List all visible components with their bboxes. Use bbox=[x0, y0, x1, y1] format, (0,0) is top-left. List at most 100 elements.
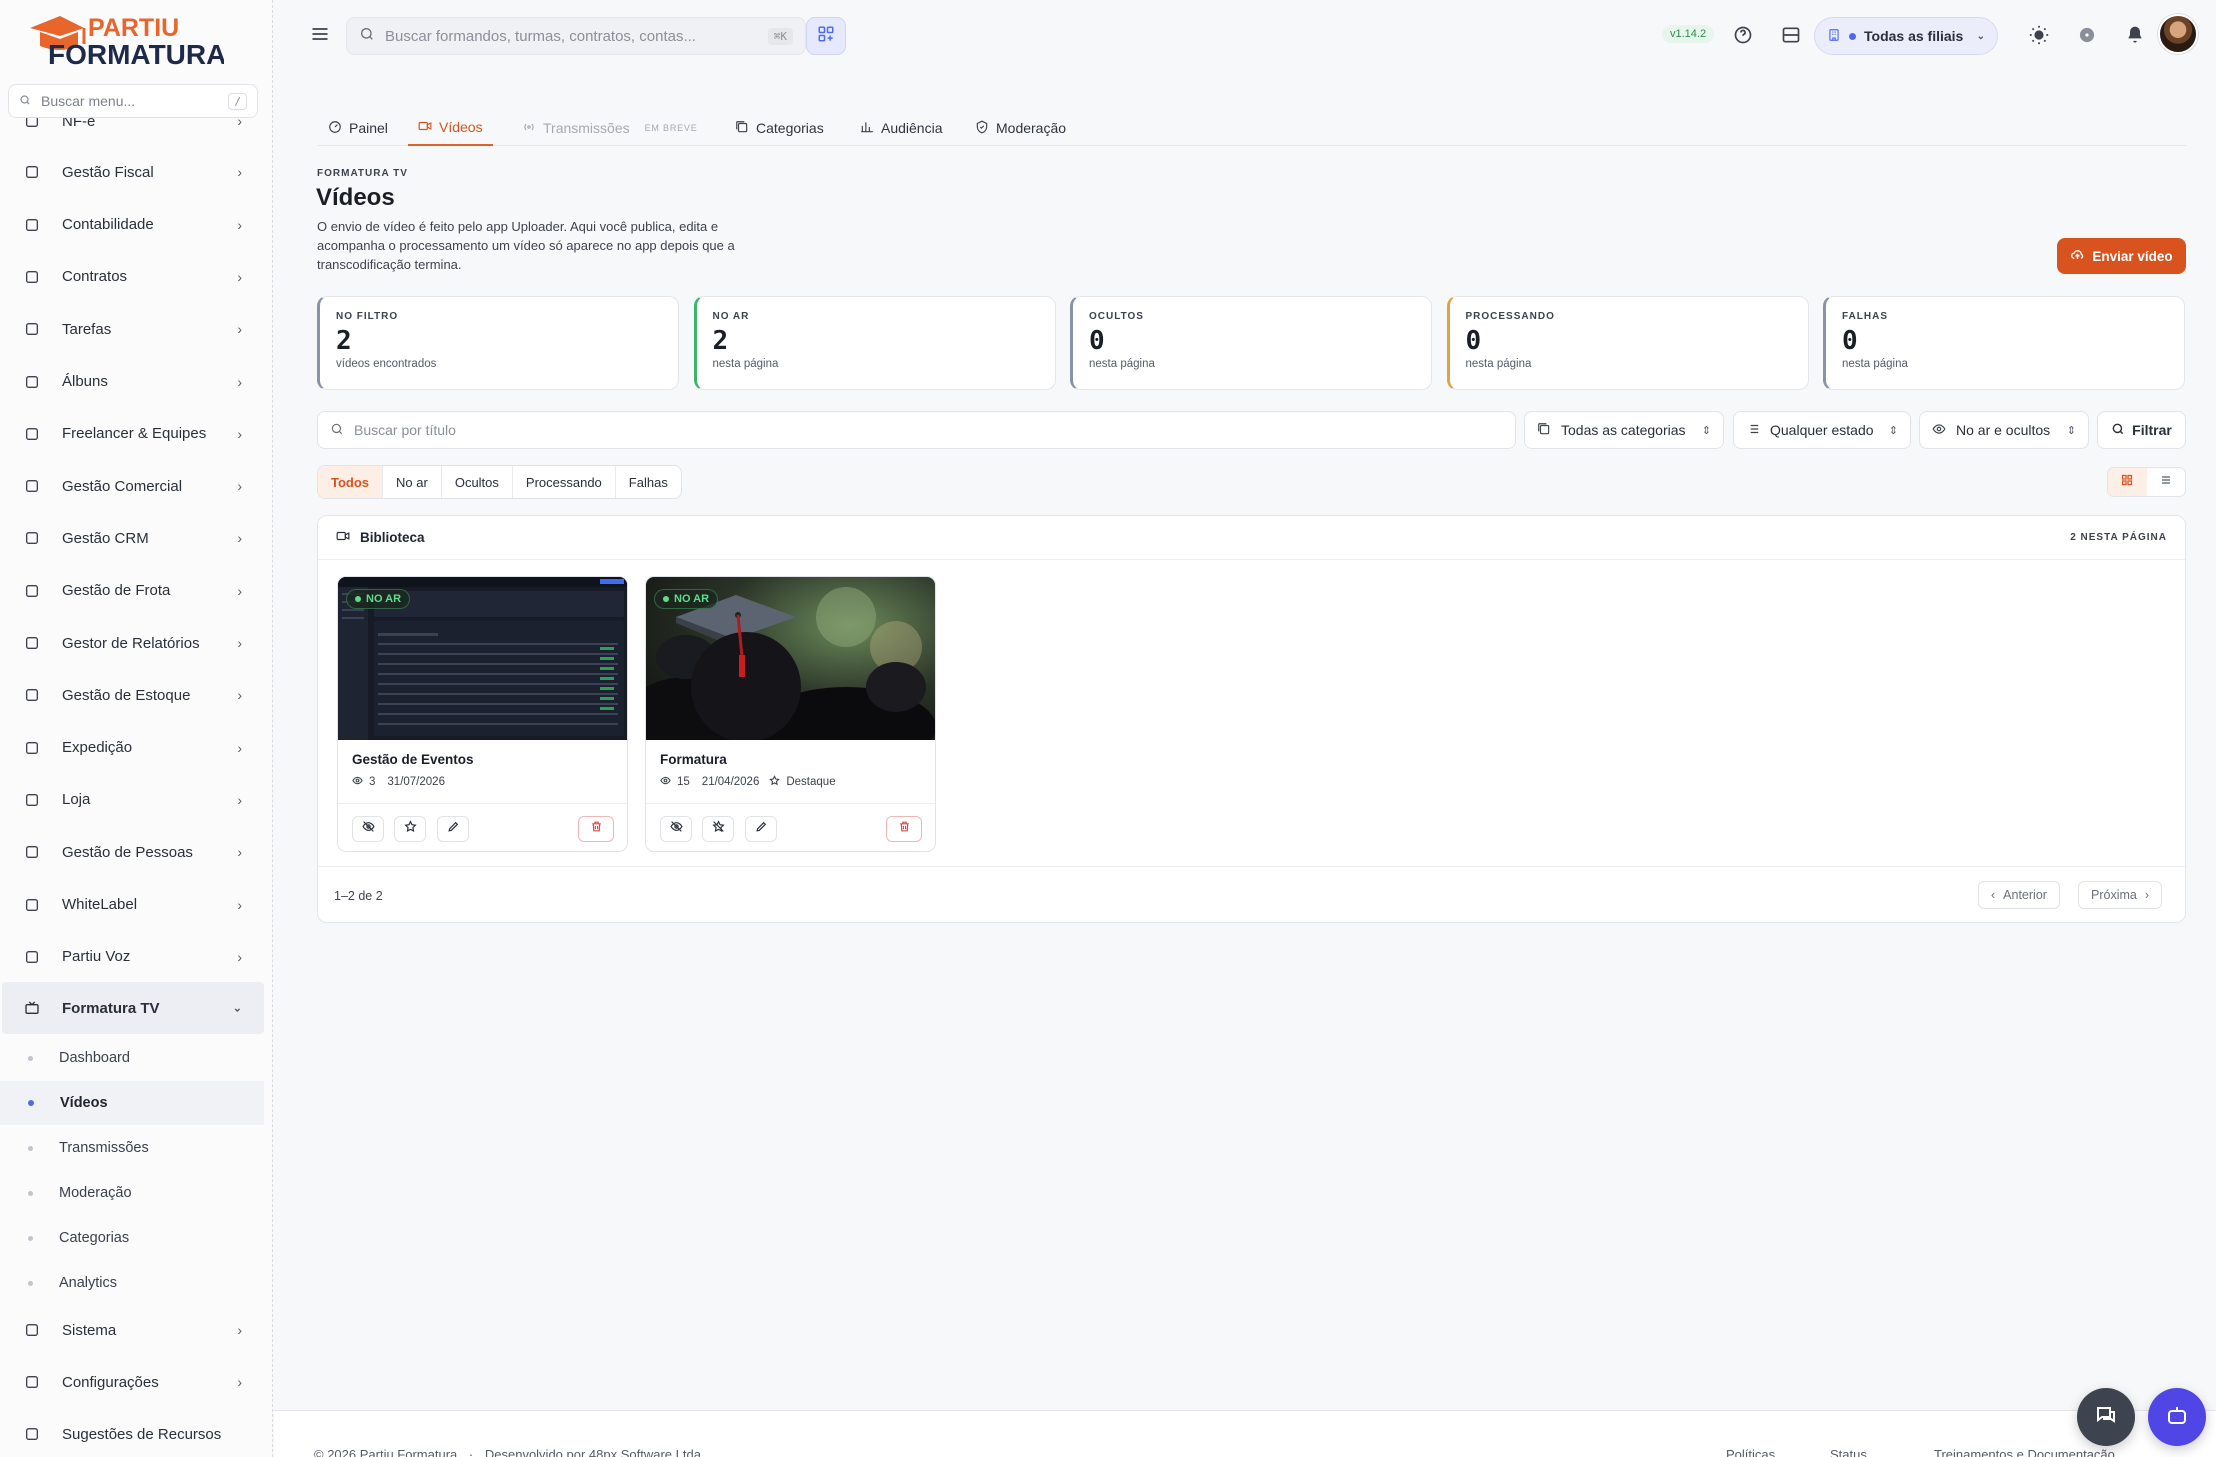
hide-video-button[interactable] bbox=[352, 816, 384, 842]
segment-option[interactable]: Falhas bbox=[616, 466, 681, 498]
footer-link-docs[interactable]: Treinamentos e Documentação bbox=[1934, 1447, 2115, 1457]
sidebar-item[interactable]: Sugestões de Recursos bbox=[0, 1408, 264, 1457]
bullet-dot bbox=[28, 1145, 33, 1151]
video-thumbnail[interactable]: NO AR bbox=[646, 577, 935, 740]
brand-logo[interactable]: PARTIU FORMATURA bbox=[24, 6, 226, 70]
settings-gear-icon[interactable] bbox=[2074, 22, 2100, 48]
sidebar-subitem-label: Dashboard bbox=[59, 1050, 130, 1066]
chat-icon bbox=[2094, 1403, 2118, 1432]
sidebar-item-label: Gestão de Estoque bbox=[62, 686, 191, 704]
sidebar-item[interactable]: Gestor de Relatórios › bbox=[0, 617, 264, 669]
sidebar-item[interactable]: Gestão CRM › bbox=[0, 512, 264, 564]
section-tabs: Painel Vídeos Transmissões EM BREVE Cate… bbox=[318, 110, 2186, 146]
library-title: Biblioteca bbox=[360, 530, 425, 545]
sidebar-item[interactable]: Contratos › bbox=[0, 251, 264, 303]
help-icon[interactable] bbox=[1730, 22, 1756, 48]
sidebar-item[interactable]: Configurações › bbox=[0, 1356, 264, 1408]
sidebar-subitem[interactable]: Analytics bbox=[0, 1261, 264, 1305]
segment-option[interactable]: No ar bbox=[383, 466, 442, 498]
library-pagination: 1–2 de 2 ‹ Anterior Próxima › bbox=[318, 866, 2185, 924]
branch-selector[interactable]: Todas as filiais ⌄ bbox=[1814, 17, 1998, 55]
segment-option[interactable]: Ocultos bbox=[442, 466, 513, 498]
sidebar-item[interactable]: Partiu Voz › bbox=[0, 931, 264, 983]
sidebar-item-label: Formatura TV bbox=[62, 999, 160, 1017]
unfeature-video-button[interactable] bbox=[702, 816, 734, 842]
sidebar-item[interactable]: Gestão de Frota › bbox=[0, 565, 264, 617]
user-avatar[interactable] bbox=[2158, 14, 2198, 54]
live-dot bbox=[663, 596, 669, 602]
assistant-bot-button[interactable] bbox=[2148, 1388, 2206, 1446]
video-card[interactable]: NO AR Formatura 15 21/04/2026 Destaque bbox=[645, 576, 936, 852]
footer-link-policies[interactable]: Políticas bbox=[1726, 1447, 1775, 1457]
sidebar-item[interactable]: Sistema › bbox=[0, 1304, 264, 1356]
tab-audiencia[interactable]: Audiência bbox=[850, 110, 953, 146]
state-select[interactable]: Qualquer estado ⇕ bbox=[1733, 411, 1911, 449]
sidebar-item[interactable]: Gestão Fiscal › bbox=[0, 146, 264, 198]
menu-search-input[interactable]: Buscar menu... / bbox=[8, 84, 258, 118]
tab-moderacao[interactable]: Moderação bbox=[965, 110, 1076, 146]
feature-video-button[interactable] bbox=[394, 816, 426, 842]
edit-video-button[interactable] bbox=[437, 816, 469, 842]
footer-developed-by[interactable]: Desenvolvido por 48px Software Ltda bbox=[485, 1447, 701, 1457]
sidebar-item[interactable]: Gestão de Estoque › bbox=[0, 669, 264, 721]
chevron-right-icon: › bbox=[237, 321, 242, 338]
edit-video-button[interactable] bbox=[745, 816, 777, 842]
send-video-label: Enviar vídeo bbox=[2092, 248, 2173, 264]
video-card[interactable]: NO AR Gestão de Eventos 3 31/07/2026 bbox=[337, 576, 628, 852]
bell-icon[interactable] bbox=[2122, 22, 2148, 48]
video-title[interactable]: Formatura bbox=[660, 752, 727, 767]
sidebar-item-formatura-tv[interactable]: Formatura TV ⌄ bbox=[2, 982, 264, 1034]
sidebar-subitem[interactable]: Dashboard bbox=[0, 1036, 264, 1080]
sidebar-item[interactable]: Tarefas › bbox=[0, 303, 264, 355]
hide-video-button[interactable] bbox=[660, 816, 692, 842]
sidebar-item-label: Tarefas bbox=[62, 320, 112, 338]
grid-icon bbox=[2121, 473, 2133, 491]
sidebar-item[interactable]: Gestão Comercial › bbox=[0, 460, 264, 512]
receipt-icon bbox=[24, 164, 40, 180]
sidebar-item[interactable]: Contabilidade › bbox=[0, 199, 264, 251]
title-search-input[interactable]: Buscar por título bbox=[317, 411, 1516, 449]
tab-videos[interactable]: Vídeos bbox=[408, 110, 493, 146]
status-segmented-control: Todos No ar Ocultos Processando Falhas bbox=[317, 465, 682, 499]
footer-link-status[interactable]: Status bbox=[1830, 1447, 1867, 1457]
tab-categorias[interactable]: Categorias bbox=[725, 110, 834, 146]
sidebar-subitem[interactable]: Categorias bbox=[0, 1216, 264, 1260]
sidebar-item[interactable]: Loja › bbox=[0, 774, 264, 826]
stat-card: NO AR 2 nesta página bbox=[693, 296, 1056, 390]
video-title[interactable]: Gestão de Eventos bbox=[352, 752, 474, 767]
apps-grid-button[interactable] bbox=[806, 17, 846, 55]
sidebar-subitem[interactable]: Moderação bbox=[0, 1171, 264, 1215]
send-video-button[interactable]: Enviar vídeo bbox=[2057, 238, 2186, 274]
sidebar-item[interactable]: Álbuns › bbox=[0, 356, 264, 408]
tab-transmissoes: Transmissões EM BREVE bbox=[512, 110, 708, 146]
tab-painel[interactable]: Painel bbox=[318, 110, 398, 146]
filter-button[interactable]: Filtrar bbox=[2097, 411, 2186, 449]
sidebar-item[interactable]: WhiteLabel › bbox=[0, 879, 264, 931]
hamburger-menu-icon[interactable] bbox=[310, 24, 330, 49]
delete-video-button[interactable] bbox=[886, 816, 922, 842]
layout-icon[interactable] bbox=[1778, 22, 1804, 48]
grid-view-button[interactable] bbox=[2108, 468, 2147, 496]
sidebar-item[interactable]: Gestão de Pessoas › bbox=[0, 826, 264, 878]
prev-page-button[interactable]: ‹ Anterior bbox=[1978, 881, 2060, 909]
featured-label: Destaque bbox=[786, 776, 836, 788]
theme-sun-icon[interactable] bbox=[2026, 22, 2052, 48]
delete-video-button[interactable] bbox=[578, 816, 614, 842]
sidebar-subitem[interactable]: Vídeos bbox=[0, 1081, 264, 1125]
global-search-input[interactable]: Buscar formandos, turmas, contratos, con… bbox=[346, 17, 806, 55]
segment-option[interactable]: Todos bbox=[318, 466, 384, 498]
stat-card: PROCESSANDO 0 nesta página bbox=[1446, 296, 1809, 390]
next-page-button[interactable]: Próxima › bbox=[2078, 881, 2163, 909]
sidebar-subitem[interactable]: Transmissões bbox=[0, 1126, 264, 1170]
support-chat-button[interactable] bbox=[2077, 1388, 2135, 1446]
sidebar-item[interactable]: Freelancer & Equipes › bbox=[0, 408, 264, 460]
bar-chart-icon bbox=[860, 120, 874, 137]
sidebar-item[interactable]: Expedição › bbox=[0, 722, 264, 774]
list-view-button[interactable] bbox=[2147, 468, 2186, 496]
pagination-range: 1–2 de 2 bbox=[334, 888, 383, 903]
footer-copyright[interactable]: © 2026 Partiu Formatura bbox=[314, 1447, 457, 1457]
video-thumbnail[interactable]: NO AR bbox=[338, 577, 627, 740]
segment-option[interactable]: Processando bbox=[513, 466, 616, 498]
visibility-select[interactable]: No ar e ocultos ⇕ bbox=[1919, 411, 2089, 449]
category-select[interactable]: Todas as categorias ⇕ bbox=[1524, 411, 1724, 449]
